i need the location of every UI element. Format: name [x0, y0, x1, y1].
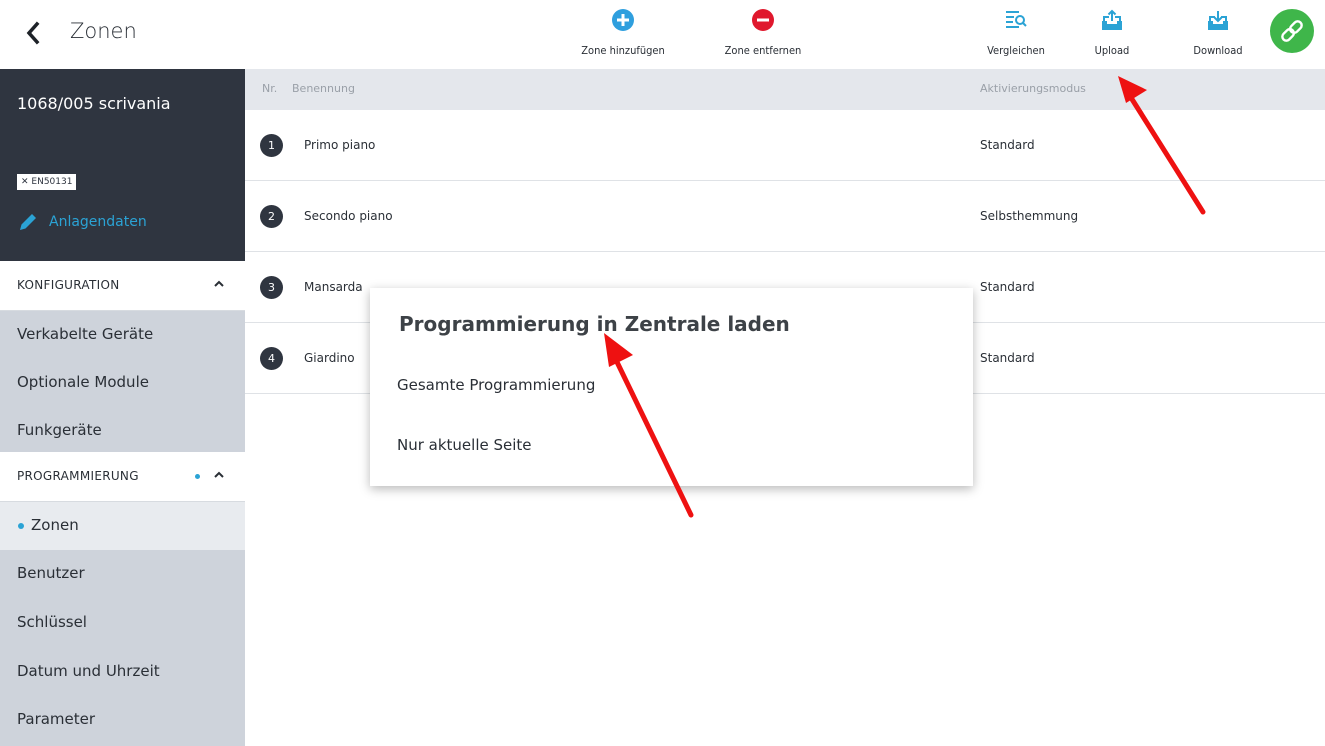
chevron-up-icon [214, 471, 224, 478]
current-page-label: Nur aktuelle Seite [397, 436, 532, 454]
back-button[interactable] [22, 18, 48, 48]
add-zone-label: Zone hinzufügen [581, 44, 665, 57]
upload-button[interactable]: Upload [1057, 8, 1167, 57]
chevron-up-icon [214, 280, 224, 287]
section-configuration[interactable]: KONFIGURATION [0, 261, 245, 311]
zone-activation-mode: Standard [980, 138, 1035, 152]
sidebar-item-wired-devices[interactable]: Verkabelte Geräte [0, 311, 245, 359]
dialog-title: Programmierung in Zentrale laden [399, 312, 790, 336]
zone-name: Mansarda [304, 280, 363, 294]
minus-circle-icon [752, 9, 774, 31]
compare-button[interactable]: Vergleichen [961, 8, 1071, 57]
sidebar-item-label: Parameter [17, 710, 96, 728]
upload-tray-icon [1102, 9, 1122, 30]
sidebar-item-label: Verkabelte Geräte [17, 325, 154, 343]
sidebar-item-label: Funkgeräte [17, 421, 102, 439]
zone-activation-mode: Selbsthemmung [980, 209, 1079, 223]
sidebar-item-users[interactable]: Benutzer [0, 550, 245, 598]
active-indicator-dot [18, 523, 24, 529]
system-name: 1068/005 scrivania [17, 94, 171, 113]
sidebar-item-label: Datum und Uhrzeit [17, 662, 160, 680]
remove-zone-button[interactable]: Zone entfernen [708, 8, 818, 57]
section-programming-label: PROGRAMMIERUNG [17, 469, 139, 483]
plus-circle-icon [612, 9, 634, 31]
sidebar-item-label: Schlüssel [17, 613, 87, 631]
sidebar-item-label: Optionale Module [17, 373, 149, 391]
zone-number-badge: 1 [260, 134, 283, 157]
upload-label: Upload [1094, 44, 1130, 57]
download-tray-icon [1208, 11, 1228, 30]
sidebar-item-optional-modules[interactable]: Optionale Module [0, 359, 245, 407]
sidebar-item-parameters[interactable]: Parameter [0, 696, 245, 744]
section-programming[interactable]: PROGRAMMIERUNG [0, 452, 245, 502]
norm-badge[interactable]: ✕ EN50131 [17, 174, 77, 190]
column-header-nr: Nr. [262, 82, 278, 95]
zone-name: Giardino [304, 351, 355, 365]
zone-activation-mode: Standard [980, 280, 1035, 294]
full-programming-label: Gesamte Programmierung [397, 376, 596, 394]
sidebar-item-zones[interactable]: Zonen [0, 502, 245, 550]
column-header-mode: Aktivierungsmodus [980, 82, 1086, 95]
system-data-link[interactable]: Anlagendaten [17, 209, 147, 235]
link-icon [1281, 20, 1303, 42]
add-zone-button[interactable]: Zone hinzufügen [568, 8, 678, 57]
zone-number-badge: 2 [260, 205, 283, 228]
list-search-icon [1006, 11, 1027, 28]
section-configuration-label: KONFIGURATION [17, 278, 120, 292]
active-indicator-dot [195, 474, 200, 479]
zone-name: Secondo piano [304, 209, 393, 223]
download-button[interactable]: Download [1163, 8, 1273, 57]
remove-zone-label: Zone entfernen [724, 44, 802, 57]
system-data-label: Anlagendaten [49, 214, 147, 230]
table-row[interactable]: 1 Primo piano Standard [245, 110, 1325, 181]
zone-number-badge: 4 [260, 347, 283, 370]
top-bar: Zonen Zone hinzufügen Zone entfernen Ver… [0, 0, 1325, 69]
table-row[interactable]: 2 Secondo piano Selbsthemmung [245, 181, 1325, 252]
sidebar: 1068/005 scrivania ✕ EN50131 Anlagendate… [0, 69, 245, 746]
column-header-name: Benennung [292, 82, 355, 95]
page-title: Zonen [70, 19, 137, 43]
sidebar-item-keys[interactable]: Schlüssel [0, 599, 245, 647]
upload-dialog: Programmierung in Zentrale laden Gesamte… [370, 288, 973, 486]
download-label: Download [1193, 44, 1243, 57]
link-button[interactable] [1270, 9, 1314, 53]
chevron-left-icon [26, 21, 40, 45]
system-header: 1068/005 scrivania ✕ EN50131 Anlagendate… [0, 69, 245, 261]
zone-name: Primo piano [304, 138, 376, 152]
pencil-icon [20, 214, 36, 230]
sidebar-item-label: Benutzer [17, 564, 85, 582]
zone-number-badge: 3 [260, 276, 283, 299]
sidebar-item-label: Zonen [31, 516, 79, 534]
compare-label: Vergleichen [987, 44, 1045, 57]
zone-activation-mode: Standard [980, 351, 1035, 365]
sidebar-item-wireless-devices[interactable]: Funkgeräte [0, 407, 245, 455]
table-header: Nr. Benennung Aktivierungsmodus [245, 69, 1325, 110]
sidebar-item-date-time[interactable]: Datum und Uhrzeit [0, 648, 245, 696]
full-programming-option[interactable]: Gesamte Programmierung [370, 363, 973, 413]
current-page-option[interactable]: Nur aktuelle Seite [370, 423, 973, 473]
